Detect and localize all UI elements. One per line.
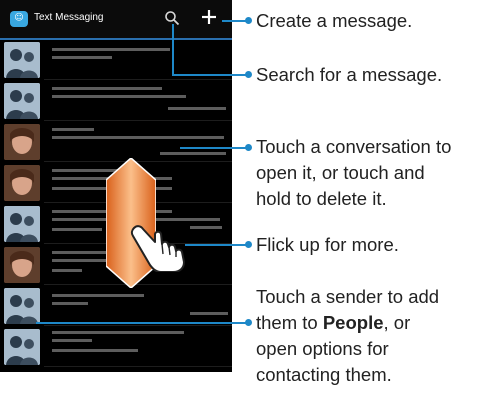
connector-dot — [245, 319, 252, 326]
connector-dot — [245, 71, 252, 78]
callout-create: Create a message. — [256, 10, 413, 31]
callout-sender-2-pre: them to — [256, 312, 323, 333]
phone-screen: ☺ Text Messaging — [0, 0, 232, 372]
message-preview-line — [52, 294, 144, 297]
message-preview-line — [52, 56, 112, 59]
plus-icon[interactable] — [200, 8, 218, 26]
connector-search — [172, 74, 248, 76]
connector-sender — [36, 322, 248, 324]
app-title: Text Messaging — [34, 12, 104, 23]
message-preview-line — [52, 331, 184, 334]
connector-dot — [245, 144, 252, 151]
message-preview-line — [190, 312, 228, 315]
callout-sender-1: Touch a sender to add — [256, 286, 440, 307]
callout-conversation-1: Touch a conversation to — [256, 136, 452, 157]
app-header: ☺ Text Messaging — [0, 0, 232, 40]
message-preview-line — [52, 136, 224, 139]
callout-search: Search for a message. — [256, 64, 443, 85]
contact-avatar[interactable] — [4, 124, 40, 160]
message-preview-line — [52, 339, 92, 342]
callout-sender-4: contacting them. — [256, 364, 392, 385]
message-preview-line — [190, 226, 222, 229]
callout-flick: Flick up for more. — [256, 234, 399, 255]
message-preview-line — [52, 48, 170, 51]
message-preview-line — [52, 87, 162, 90]
conversation-row[interactable] — [0, 327, 232, 367]
contact-avatar[interactable] — [4, 206, 40, 242]
conversation-row[interactable] — [0, 122, 232, 162]
message-preview-line — [52, 269, 82, 272]
contact-avatar[interactable] — [4, 247, 40, 283]
hand-gesture-icon — [130, 225, 185, 272]
contact-avatar[interactable] — [4, 83, 40, 119]
callout-sender-2-post: , or — [383, 312, 411, 333]
connector-conversation — [180, 147, 248, 149]
callout-conversation-3: hold to delete it. — [256, 188, 387, 209]
connector-flick — [185, 244, 248, 246]
message-preview-line — [168, 107, 226, 110]
contact-avatar[interactable] — [4, 288, 40, 324]
connector-search — [172, 24, 174, 76]
callout-sender-2: them to People, or — [256, 312, 410, 334]
message-preview-line — [52, 228, 102, 231]
contact-avatar[interactable] — [4, 165, 40, 201]
callout-sender-3: open options for — [256, 338, 389, 359]
contact-avatar[interactable] — [4, 42, 40, 78]
contact-avatar[interactable] — [4, 329, 40, 365]
conversation-row[interactable] — [0, 81, 232, 121]
connector-dot — [245, 241, 252, 248]
message-preview-line — [52, 128, 94, 131]
message-preview-line — [52, 302, 88, 305]
callout-conversation-2: open it, or touch and — [256, 162, 425, 183]
message-preview-line — [52, 95, 186, 98]
connector-dot — [245, 17, 252, 24]
people-label: People — [322, 312, 384, 333]
message-preview-line — [160, 152, 226, 155]
conversation-row[interactable] — [0, 286, 232, 326]
messaging-app-icon: ☺ — [10, 11, 28, 27]
message-preview-line — [52, 349, 138, 352]
